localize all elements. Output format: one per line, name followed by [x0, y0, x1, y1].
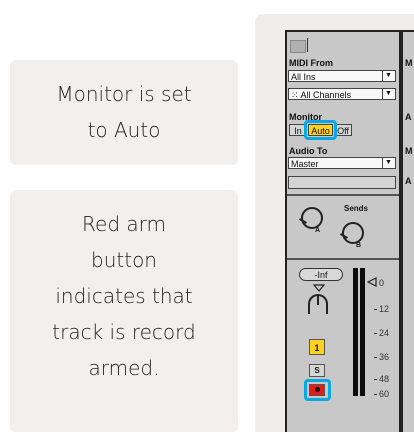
next-track-label: A — [405, 112, 412, 122]
meter-tick-label: 36 — [379, 352, 390, 362]
monitor-callout: Monitor is set to Auto — [10, 60, 238, 165]
meter-tick-label: 12 — [379, 304, 390, 314]
section-divider — [287, 258, 399, 260]
next-track-panel: M A M A — [403, 32, 414, 432]
callout-line: armed. — [88, 356, 160, 380]
meter-tick-label: 48 — [379, 374, 390, 384]
next-track-label: M — [405, 58, 413, 68]
audio-to-label: Audio To — [289, 146, 328, 156]
solo-button[interactable]: S — [309, 364, 325, 377]
track-activator-button[interactable]: 1 — [309, 339, 325, 355]
callout-line: to Auto — [87, 118, 161, 142]
audio-to-dropdown[interactable]: Master ▼ — [288, 157, 396, 169]
meter-tick-label: 60 — [379, 389, 390, 399]
meter-tick — [374, 357, 377, 358]
midi-channel-dropdown[interactable]: ⁙ All Channels ▼ — [288, 88, 396, 100]
midi-from-value: All Ins — [291, 72, 316, 82]
sends-label: Sends — [344, 204, 369, 213]
callout-line: indicates that — [55, 284, 193, 308]
send-b-label: B — [356, 242, 362, 249]
midi-from-label: MIDI From — [289, 58, 333, 68]
send-b-knob[interactable] — [340, 222, 364, 244]
next-track-label: A — [405, 176, 412, 186]
section-divider — [287, 194, 399, 196]
monitor-highlight — [304, 120, 337, 140]
pan-triangle-icon — [313, 284, 325, 292]
pan-knob[interactable] — [308, 294, 328, 314]
volume-readout[interactable]: -Inf — [299, 268, 343, 281]
callout-line: Monitor is set — [56, 82, 192, 106]
level-meter-right — [360, 268, 365, 396]
meter-tick — [374, 309, 377, 310]
text-cursor — [307, 38, 308, 52]
meter-tick-label: 24 — [379, 328, 390, 338]
next-track-label: M — [405, 146, 413, 156]
volume-slider-icon[interactable] — [367, 277, 377, 287]
callout-line: track is record — [52, 320, 196, 344]
dropdown-arrow-icon: ▼ — [382, 71, 394, 81]
send-a-label: A — [315, 227, 321, 234]
audio-to-value: Master — [291, 159, 319, 169]
callout-line: button — [91, 248, 157, 272]
meter-tick — [374, 379, 377, 380]
midi-from-dropdown[interactable]: All Ins ▼ — [288, 70, 396, 82]
dropdown-arrow-icon: ▼ — [382, 158, 394, 168]
track-panel: MIDI From All Ins ▼ ⁙ All Channels ▼ Mon… — [287, 32, 399, 432]
track-title-field[interactable] — [290, 40, 306, 53]
midi-channel-value: ⁙ All Channels — [291, 90, 352, 100]
dropdown-arrow-icon: ▼ — [382, 89, 394, 99]
callout-line: Red arm — [82, 212, 166, 236]
meter-tick — [374, 333, 377, 334]
meter-tick-label: 0 — [379, 278, 385, 288]
level-meter-left — [353, 268, 358, 396]
send-a-knob[interactable] — [299, 207, 323, 229]
audio-to-channel-field[interactable] — [288, 176, 396, 189]
arm-callout: Red arm button indicates that track is r… — [10, 190, 238, 432]
meter-tick — [374, 394, 377, 395]
arm-highlight — [304, 379, 331, 401]
